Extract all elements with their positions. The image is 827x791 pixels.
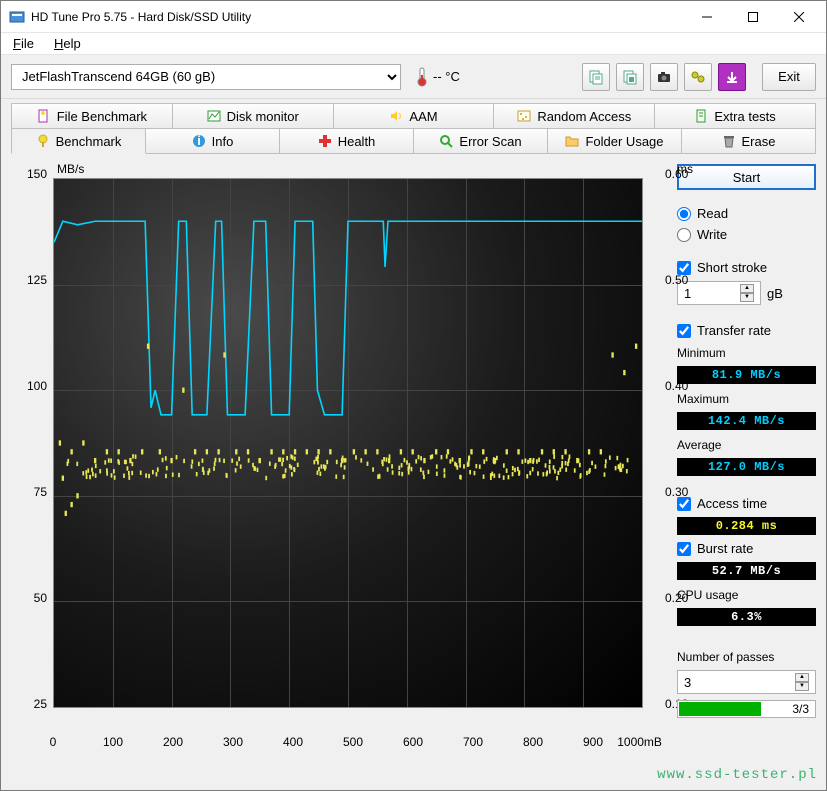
window-title: HD Tune Pro 5.75 - Hard Disk/SSD Utility	[31, 10, 684, 24]
plot-area	[53, 178, 643, 708]
toolbar-copyimage-button[interactable]	[616, 63, 644, 91]
tab-benchmark[interactable]: Benchmark	[11, 128, 146, 154]
tabs: File Benchmark Disk monitor AAM Random A…	[1, 99, 826, 154]
tab-random-access[interactable]: Random Access	[493, 103, 655, 129]
tab-health[interactable]: Health	[279, 128, 414, 154]
watermark: www.ssd-tester.pl	[657, 767, 817, 783]
titlebar: HD Tune Pro 5.75 - Hard Disk/SSD Utility	[1, 1, 826, 33]
toolbar-screenshot-button[interactable]	[650, 63, 678, 91]
write-label: Write	[697, 227, 727, 242]
passes-progress: 3/3	[677, 700, 816, 718]
device-select[interactable]: JetFlashTranscend 64GB (60 gB)	[11, 64, 401, 90]
tab-error-scan[interactable]: Error Scan	[413, 128, 548, 154]
close-button[interactable]	[776, 1, 822, 33]
tab-folder-usage[interactable]: Folder Usage	[547, 128, 682, 154]
transfer-rate-label: Transfer rate	[697, 323, 771, 338]
menu-file[interactable]: File	[7, 34, 40, 53]
x-axis: 0 100 200 300 400 500 600 700 800 900 10…	[53, 733, 653, 749]
benchmark-chart: MB/s ms 150 125 100 75 50 25 0.60 0.50 0…	[11, 164, 663, 749]
burst-label: Burst rate	[697, 541, 753, 556]
tab-file-benchmark[interactable]: File Benchmark	[11, 103, 173, 129]
thermometer-icon	[415, 67, 429, 87]
menu-help[interactable]: Help	[48, 34, 87, 53]
maximize-button[interactable]	[730, 1, 776, 33]
access-scatter	[54, 179, 642, 707]
tab-info[interactable]: iInfo	[145, 128, 280, 154]
temperature-readout: -- °C	[415, 67, 460, 87]
toolbar: JetFlashTranscend 64GB (60 gB) -- °C Exi…	[1, 55, 826, 99]
toolbar-settings-button[interactable]	[684, 63, 712, 91]
y1-axis: 150 125 100 75 50 25	[11, 174, 51, 704]
short-stroke-label: Short stroke	[697, 260, 767, 275]
app-window: HD Tune Pro 5.75 - Hard Disk/SSD Utility…	[0, 0, 827, 791]
exit-button[interactable]: Exit	[762, 63, 816, 91]
content: MB/s ms 150 125 100 75 50 25 0.60 0.50 0…	[1, 154, 826, 790]
access-time-label: Access time	[697, 496, 767, 511]
y1-axis-label: MB/s	[57, 162, 84, 176]
minimize-button[interactable]	[684, 1, 730, 33]
tab-erase[interactable]: Erase	[681, 128, 816, 154]
y2-axis: 0.60 0.50 0.40 0.30 0.20 0.10	[665, 174, 701, 704]
tab-aam[interactable]: AAM	[333, 103, 495, 129]
menubar: File Help	[1, 33, 826, 55]
toolbar-copytext-button[interactable]	[582, 63, 610, 91]
svg-text:i: i	[197, 134, 201, 148]
short-stroke-unit: gB	[767, 286, 783, 301]
tab-disk-monitor[interactable]: Disk monitor	[172, 103, 334, 129]
toolbar-save-button[interactable]	[718, 63, 746, 91]
read-label: Read	[697, 206, 728, 221]
app-icon	[9, 9, 25, 25]
tab-extra-tests[interactable]: Extra tests	[654, 103, 816, 129]
